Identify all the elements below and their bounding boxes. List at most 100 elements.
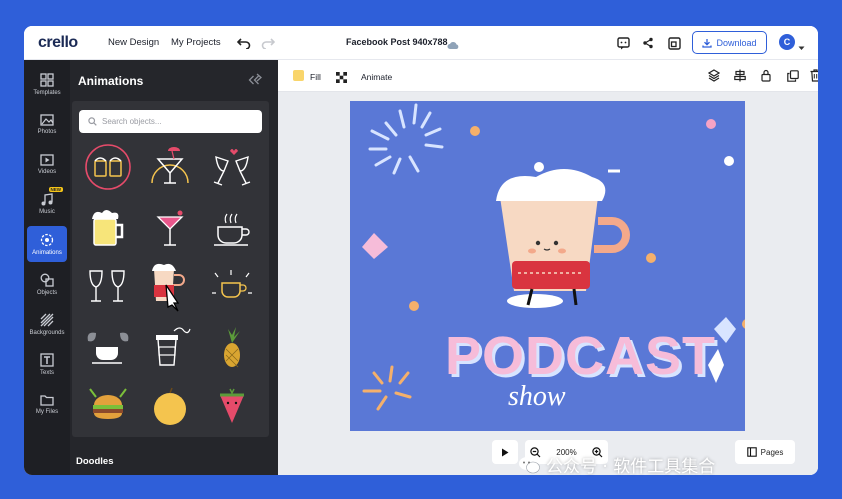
animation-thumb-coffee-sparkle[interactable] (206, 261, 258, 313)
martini-glass-icon (156, 210, 184, 246)
rail-item-videos[interactable]: Videos (27, 146, 67, 182)
coffee-mug-character-icon (152, 263, 185, 312)
folder-icon (40, 394, 54, 406)
redo-icon[interactable] (260, 35, 276, 51)
rail-item-animations[interactable]: Animations (27, 226, 67, 262)
fill-color-swatch[interactable] (293, 70, 304, 81)
animation-thumb-pineapple[interactable] (206, 321, 258, 373)
transparency-icon[interactable] (336, 70, 347, 88)
app-logo[interactable]: crello (38, 34, 78, 52)
wine-glasses-icon (89, 270, 125, 302)
duplicate-icon[interactable] (787, 69, 799, 87)
comment-icon[interactable] (615, 35, 631, 51)
animation-thumb-burger[interactable] (82, 381, 134, 433)
sunburst-decoration (368, 103, 444, 175)
pages-label: Pages (760, 447, 784, 457)
animations-icon (40, 233, 54, 246)
pineapple-icon (224, 327, 240, 368)
undo-icon[interactable] (236, 35, 252, 51)
coffee-mug-character (496, 169, 630, 308)
rail-label: Objects (36, 289, 58, 296)
play-icon (502, 448, 509, 456)
animation-thumb-beer-mug[interactable] (82, 201, 134, 253)
doodles-label: Doodles (76, 455, 114, 467)
beer-mug-icon (92, 210, 124, 246)
chevron-down-icon[interactable] (798, 38, 805, 56)
rail-item-backgrounds[interactable]: Backgrounds (27, 306, 67, 342)
wechat-icon (519, 456, 540, 473)
design-canvas[interactable]: PODCAST show (350, 101, 745, 431)
coffee-cup-steam-icon (214, 213, 250, 246)
rail-item-my-files[interactable]: My Files (27, 386, 67, 422)
coffee-cup-sparkle-icon (212, 270, 252, 298)
editor-area: Fill Animate PODCAST show 200% Pages (278, 60, 818, 475)
panel-title: Animations (78, 74, 144, 88)
podcast-headline[interactable]: PODCAST (445, 325, 716, 387)
rail-item-templates[interactable]: Templates (27, 66, 67, 102)
my-projects-menu[interactable]: My Projects (171, 37, 221, 48)
download-icon (702, 38, 713, 48)
download-button[interactable]: Download (692, 31, 767, 54)
pages-button[interactable]: Pages (735, 440, 795, 464)
animation-thumb-wine-glasses[interactable] (82, 261, 134, 313)
resize-icon[interactable] (666, 35, 682, 51)
animation-thumb-orange[interactable] (144, 381, 196, 433)
search-box[interactable] (79, 110, 262, 133)
objects-icon (40, 273, 54, 287)
animation-thumb-coffee-steam[interactable] (206, 201, 258, 253)
editor-toolbar: Fill Animate (278, 60, 818, 92)
templates-icon (40, 72, 54, 87)
search-input[interactable] (102, 117, 252, 126)
cocktail-sunset-icon (151, 147, 189, 184)
cheers-beer-neon-icon (85, 144, 131, 190)
animation-thumb-watermelon[interactable] (206, 381, 258, 433)
app-window: crello New Design My Projects Facebook P… (24, 26, 818, 475)
layers-icon[interactable] (707, 69, 721, 87)
doodles-section[interactable]: Doodles (70, 447, 278, 475)
chevron-right-icon[interactable] (256, 69, 262, 87)
watermark: 公众号 · 软件工具集合 (518, 452, 715, 477)
left-rail: Templates Photos Videos NEW Music Animat… (24, 60, 70, 475)
rail-label: My Files (35, 408, 59, 415)
backgrounds-icon (40, 313, 54, 326)
align-icon[interactable] (734, 69, 746, 87)
animate-button[interactable]: Animate (361, 72, 392, 82)
watermark-text: 公众号 · 软件工具集合 (546, 457, 716, 477)
orange-icon (154, 387, 186, 425)
play-button[interactable] (492, 440, 518, 464)
lock-icon[interactable] (761, 69, 771, 87)
download-label: Download (716, 37, 757, 48)
music-icon (41, 193, 53, 206)
rail-item-objects[interactable]: Objects (27, 266, 67, 302)
cloud-saved-icon (447, 37, 459, 55)
animation-thumb-martini[interactable] (144, 201, 196, 253)
rail-item-music[interactable]: NEW Music (27, 186, 67, 222)
animation-thumb-coffee-character[interactable] (144, 261, 196, 313)
animation-thumb-cheers-beer[interactable] (82, 141, 134, 193)
animations-panel: Animations Search objects... Doodles (70, 60, 278, 475)
animation-thumb-wine-toast[interactable] (206, 141, 258, 193)
animations-grid (72, 101, 269, 437)
trash-icon[interactable] (810, 69, 818, 87)
rail-item-photos[interactable]: Photos (27, 106, 67, 142)
animation-thumb-takeaway-coffee[interactable] (144, 321, 196, 373)
user-avatar[interactable]: C (779, 34, 795, 50)
rail-label: Templates (33, 89, 61, 96)
share-icon[interactable] (640, 35, 656, 51)
new-badge: NEW (48, 187, 63, 192)
fill-label[interactable]: Fill (310, 72, 321, 82)
rail-label: Music (39, 209, 55, 215)
takeaway-coffee-icon (156, 327, 191, 366)
rail-item-texts[interactable]: Texts (27, 346, 67, 382)
new-design-menu[interactable]: New Design (108, 37, 159, 48)
burger-character-icon (89, 388, 127, 419)
show-subline[interactable]: show (508, 381, 566, 413)
photos-icon (40, 113, 54, 126)
animation-thumb-coffee-leaves[interactable] (82, 321, 134, 373)
document-title[interactable]: Facebook Post 940x788 (346, 37, 448, 47)
rail-label: Backgrounds (29, 329, 65, 336)
animation-thumb-cocktail[interactable] (144, 141, 196, 193)
wine-glasses-toast-icon (213, 149, 251, 186)
top-bar: crello New Design My Projects Facebook P… (24, 26, 818, 60)
rail-label: Animations (32, 249, 62, 256)
